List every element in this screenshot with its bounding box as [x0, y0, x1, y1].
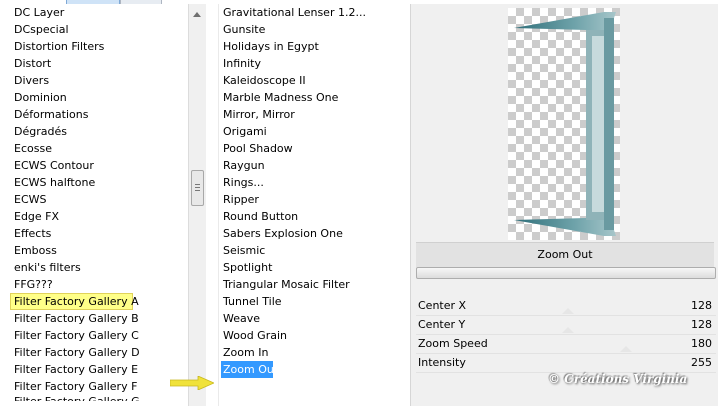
bracket-frame-icon — [514, 12, 616, 236]
param-row[interactable]: Center Y 128 — [416, 316, 716, 335]
category-item[interactable]: Filter Factory Gallery E — [0, 361, 188, 378]
param-row[interactable]: Zoom Speed 180 — [416, 335, 716, 354]
preview-filter-name: Zoom Out — [416, 242, 714, 267]
category-item[interactable]: ECWS — [0, 191, 188, 208]
param-value[interactable]: 255 — [691, 354, 712, 372]
category-item[interactable]: ECWS Contour — [0, 157, 188, 174]
filter-item[interactable]: Tunnel Tile — [219, 293, 411, 310]
filter-list[interactable]: Gravitational Lenser 1.2... Gunsite Holi… — [218, 4, 411, 406]
filter-item[interactable]: Mirror, Mirror — [219, 106, 411, 123]
param-label: Zoom Speed — [418, 337, 488, 350]
slider-marker-icon — [562, 327, 574, 333]
category-item[interactable]: Filter Factory Gallery B — [0, 310, 188, 327]
filter-preview — [508, 8, 620, 240]
filter-item[interactable]: Kaleidoscope II — [219, 72, 411, 89]
category-item-highlighted[interactable]: Filter Factory Gallery A — [10, 293, 139, 310]
grip-line — [195, 190, 200, 191]
filter-item[interactable]: Holidays in Egypt — [219, 38, 411, 55]
scrollbar-thumb[interactable] — [191, 170, 204, 206]
grip-line — [195, 184, 200, 185]
filter-item[interactable]: Zoom In — [219, 344, 411, 361]
category-item[interactable]: Filter Factory Gallery D — [0, 344, 188, 361]
param-label: Intensity — [418, 356, 466, 369]
filter-item[interactable]: Raygun — [219, 157, 411, 174]
param-value[interactable]: 128 — [691, 297, 712, 315]
parameter-list: Center X 128 Center Y 128 Zoom Speed 180… — [416, 297, 716, 373]
category-item[interactable]: Effects — [0, 225, 188, 242]
filter-item[interactable]: Wood Grain — [219, 327, 411, 344]
filter-item-selected[interactable]: Zoom Out — [221, 361, 278, 378]
param-row[interactable]: Intensity 255 — [416, 354, 716, 373]
filter-item[interactable]: Rings... — [219, 174, 411, 191]
category-item[interactable]: Déformations — [0, 106, 188, 123]
filter-item[interactable]: Triangular Mosaic Filter — [219, 276, 411, 293]
category-item[interactable]: Emboss — [0, 242, 188, 259]
filter-item[interactable]: Infinity — [219, 55, 411, 72]
category-scrollbar[interactable] — [188, 4, 206, 406]
category-item[interactable]: DC Layer — [0, 4, 188, 21]
grip-line — [195, 187, 200, 188]
category-item[interactable]: Distortion Filters — [0, 38, 188, 55]
param-value[interactable]: 180 — [691, 335, 712, 353]
category-item[interactable]: Distort — [0, 55, 188, 72]
category-item[interactable]: Ecosse — [0, 140, 188, 157]
category-item[interactable]: FFG??? — [0, 276, 188, 293]
filter-item[interactable]: Gunsite — [219, 21, 411, 38]
filter-item[interactable]: Sabers Explosion One — [219, 225, 411, 242]
category-item[interactable]: DCspecial — [0, 21, 188, 38]
filter-item[interactable]: Round Button — [219, 208, 411, 225]
filter-item[interactable]: Pool Shadow — [219, 140, 411, 157]
category-list[interactable]: DC Layer DCspecial Distortion Filters Di… — [0, 4, 188, 406]
filter-item[interactable]: Gravitational Lenser 1.2... — [219, 4, 411, 21]
filter-item[interactable]: Origami — [219, 123, 411, 140]
param-row[interactable]: Center X 128 — [416, 297, 716, 316]
slider-marker-icon — [562, 308, 574, 314]
param-value[interactable]: 128 — [691, 316, 712, 334]
category-item[interactable]: ECWS halftone — [0, 174, 188, 191]
filter-item[interactable]: Weave — [219, 310, 411, 327]
filter-item[interactable]: Seismic — [219, 242, 411, 259]
param-label: Center Y — [418, 318, 466, 331]
category-item[interactable]: Dégradés — [0, 123, 188, 140]
slider-marker-icon — [620, 346, 632, 352]
list-gap — [206, 4, 218, 406]
category-item[interactable]: enki's filters — [0, 259, 188, 276]
category-item[interactable]: Divers — [0, 72, 188, 89]
filter-item[interactable]: Ripper — [219, 191, 411, 208]
param-label: Center X — [418, 299, 467, 312]
category-item[interactable]: Filter Factory Gallery G — [0, 395, 188, 401]
category-item[interactable]: Edge FX — [0, 208, 188, 225]
filter-item[interactable]: Spotlight — [219, 259, 411, 276]
scroll-up-arrow-icon[interactable] — [193, 12, 201, 17]
watermark: © Créations Virginia — [548, 372, 688, 386]
category-item[interactable]: Filter Factory Gallery F — [0, 378, 188, 395]
arrow-pointer-icon — [170, 376, 214, 390]
progress-bar — [416, 267, 716, 279]
category-item[interactable]: Dominion — [0, 89, 188, 106]
filter-item[interactable]: Marble Madness One — [219, 89, 411, 106]
category-item[interactable]: Filter Factory Gallery C — [0, 327, 188, 344]
